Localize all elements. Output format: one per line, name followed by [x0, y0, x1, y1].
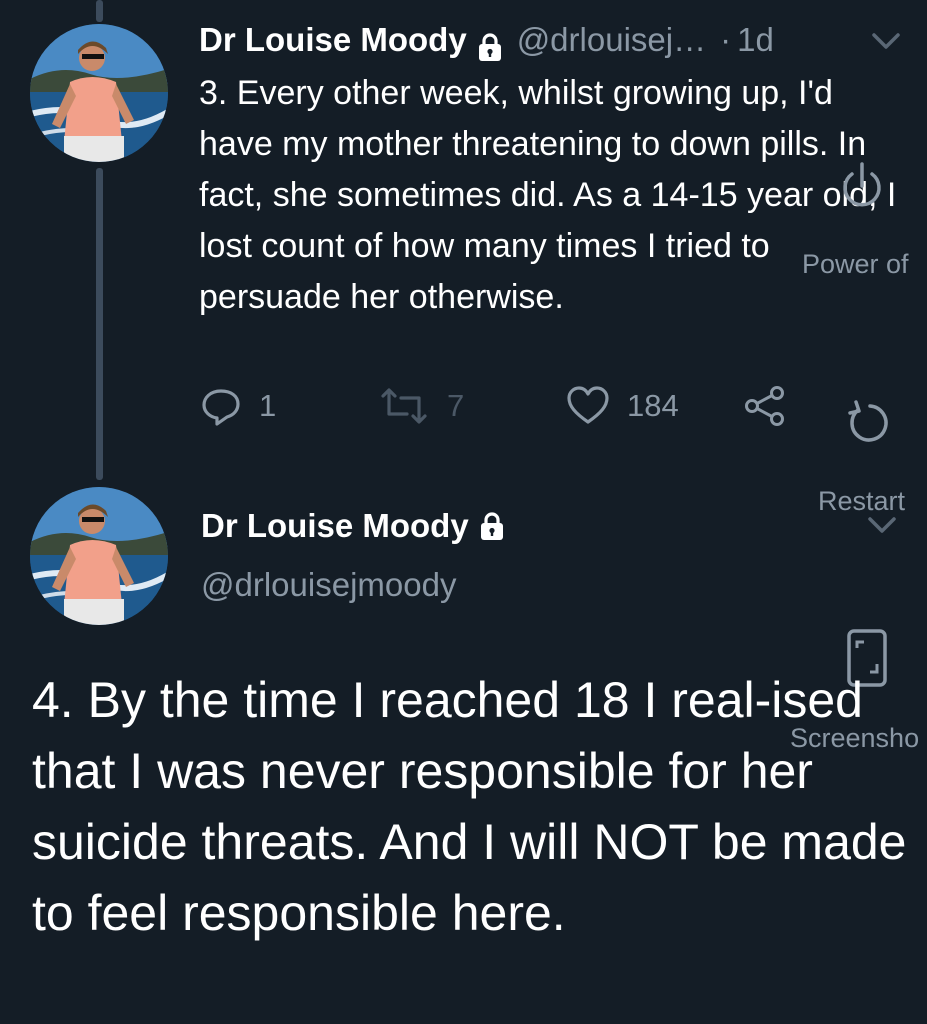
- share-icon: [745, 386, 784, 426]
- avatar[interactable]: [30, 24, 168, 162]
- tweet-actions: 1 7 184: [199, 380, 819, 432]
- twitter-thread-screen: Dr Louise Moody @drlouisej… · 1d 3. Ever…: [0, 0, 927, 1024]
- screenshot-label[interactable]: Screensho: [790, 723, 919, 753]
- reply-button[interactable]: 1: [199, 380, 276, 432]
- share-button[interactable]: [743, 380, 803, 432]
- heart-icon: [567, 386, 609, 424]
- separator-dot: ·: [720, 21, 732, 58]
- like-count: 184: [627, 388, 679, 423]
- chevron-down-icon[interactable]: [866, 514, 898, 541]
- reply-icon: [202, 389, 240, 426]
- restart-label[interactable]: Restart: [818, 486, 905, 516]
- timestamp[interactable]: 1d: [737, 14, 774, 66]
- chevron-down-icon[interactable]: [870, 30, 902, 57]
- lock-icon: [475, 25, 505, 61]
- retweet-button[interactable]: 7: [377, 380, 464, 432]
- tweet-header: Dr Louise Moody @drlouisej… · 1d: [199, 14, 774, 66]
- power-off-label[interactable]: Power of: [802, 249, 909, 279]
- thread-line: [96, 168, 103, 480]
- author-name[interactable]: Dr Louise Moody: [201, 507, 469, 545]
- avatar[interactable]: [30, 487, 168, 625]
- like-button[interactable]: 184: [565, 380, 679, 432]
- tweet-text: 3. Every other week, whilst growing up, …: [199, 74, 897, 316]
- author-handle[interactable]: @drlouisej…: [517, 14, 706, 66]
- author-name-row: Dr Louise Moody: [201, 502, 513, 550]
- author-name[interactable]: Dr Louise Moody: [199, 14, 467, 66]
- power-icon[interactable]: [838, 160, 886, 217]
- avatar-photo: [30, 487, 168, 625]
- retweet-count: 7: [447, 388, 465, 423]
- thread-line-top: [96, 0, 103, 22]
- tweet-text: 4. By the time I reached 18 I real-ised …: [32, 672, 907, 941]
- lock-icon: [477, 511, 507, 541]
- reply-count: 1: [259, 388, 277, 423]
- retweet-icon: [381, 388, 427, 424]
- author-handle[interactable]: @drlouisejmoody: [201, 566, 456, 604]
- restart-icon[interactable]: [842, 398, 892, 453]
- avatar-photo: [30, 24, 168, 162]
